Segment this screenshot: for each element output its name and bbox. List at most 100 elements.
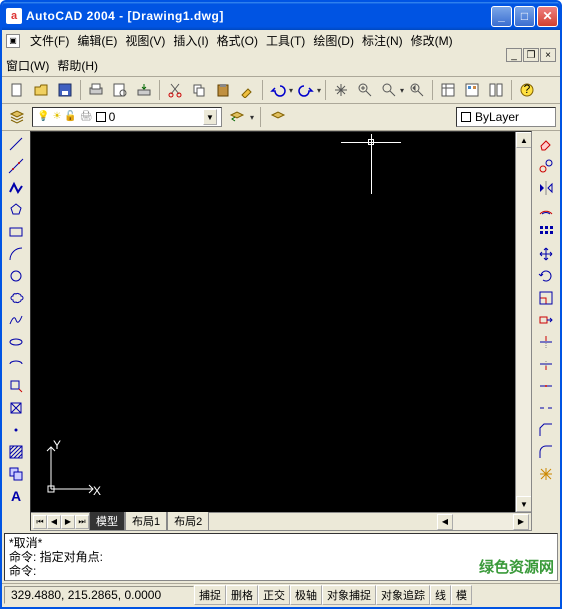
copy-obj-button[interactable] (534, 155, 558, 177)
scroll-down-button[interactable]: ▼ (516, 496, 531, 512)
publish-button[interactable] (133, 79, 155, 101)
point-button[interactable] (4, 419, 28, 441)
color-combo[interactable]: ByLayer (456, 107, 556, 127)
zoom-window-button[interactable] (378, 79, 400, 101)
arc-button[interactable] (4, 243, 28, 265)
grid-toggle[interactable]: 删格 (226, 585, 258, 605)
trim-button[interactable] (534, 331, 558, 353)
ellipse-button[interactable] (4, 331, 28, 353)
mdi-minimize-button[interactable]: _ (506, 48, 522, 62)
mirror-button[interactable] (534, 177, 558, 199)
circle-button[interactable] (4, 265, 28, 287)
undo-button[interactable] (267, 79, 289, 101)
break-button[interactable] (534, 397, 558, 419)
extend-button[interactable] (534, 353, 558, 375)
ortho-toggle[interactable]: 正交 (258, 585, 290, 605)
maximize-button[interactable]: □ (514, 6, 535, 27)
fillet-button[interactable] (534, 441, 558, 463)
pan-button[interactable] (330, 79, 352, 101)
redo-button[interactable] (295, 79, 317, 101)
layer-make-current-button[interactable] (267, 106, 289, 128)
polyline-button[interactable] (4, 177, 28, 199)
menu-tools[interactable]: 工具(T) (266, 32, 305, 49)
tab-prev-button[interactable]: ◀ (47, 515, 61, 529)
layer-manager-button[interactable] (6, 106, 28, 128)
coordinates-display[interactable]: 329.4880, 215.2865, 0.0000 (4, 586, 194, 604)
polar-toggle[interactable]: 极轴 (290, 585, 322, 605)
block-insert-button[interactable] (4, 375, 28, 397)
menu-window[interactable]: 窗口(W) (6, 57, 49, 74)
explode-button[interactable] (534, 463, 558, 485)
tab-last-button[interactable]: ⏭ (75, 515, 89, 529)
menu-view[interactable]: 视图(V) (125, 32, 165, 49)
plot-button[interactable] (85, 79, 107, 101)
snap-toggle[interactable]: 捕捉 (194, 585, 226, 605)
save-button[interactable] (54, 79, 76, 101)
layer-combo[interactable]: 💡 ☀ 🔓 🖨 0 ▼ (32, 107, 222, 127)
mdi-close-button[interactable]: × (540, 48, 556, 62)
titlebar[interactable]: a AutoCAD 2004 - [Drawing1.dwg] _ □ ✕ (2, 2, 560, 30)
array-button[interactable] (534, 221, 558, 243)
menu-modify[interactable]: 修改(M) (411, 32, 453, 49)
tab-first-button[interactable]: ⏮ (33, 515, 47, 529)
properties-button[interactable] (437, 79, 459, 101)
undo-dropdown[interactable]: ▾ (289, 86, 293, 95)
menu-file[interactable]: 文件(F) (30, 32, 69, 49)
zoom-previous-button[interactable] (406, 79, 428, 101)
tab-layout2[interactable]: 布局2 (167, 512, 209, 531)
new-button[interactable] (6, 79, 28, 101)
stretch-button[interactable] (534, 309, 558, 331)
polygon-button[interactable] (4, 199, 28, 221)
break-at-point-button[interactable] (534, 375, 558, 397)
vertical-scrollbar[interactable]: ▲ ▼ (515, 132, 531, 512)
menu-edit[interactable]: 编辑(E) (77, 32, 117, 49)
menu-insert[interactable]: 插入(I) (173, 32, 208, 49)
minimize-button[interactable]: _ (491, 6, 512, 27)
plot-preview-button[interactable] (109, 79, 131, 101)
scale-button[interactable] (534, 287, 558, 309)
menu-help[interactable]: 帮助(H) (57, 57, 98, 74)
open-button[interactable] (30, 79, 52, 101)
command-window[interactable]: *取消* 命令: 指定对角点: 命令: (4, 533, 558, 581)
mdi-restore-button[interactable]: ❐ (523, 48, 539, 62)
menu-draw[interactable]: 绘图(D) (313, 32, 354, 49)
zoom-realtime-button[interactable] (354, 79, 376, 101)
design-center-button[interactable] (461, 79, 483, 101)
zoom-dropdown[interactable]: ▾ (400, 86, 404, 95)
layer-states-dropdown[interactable]: ▾ (250, 113, 254, 122)
match-prop-button[interactable] (236, 79, 258, 101)
close-button[interactable]: ✕ (537, 6, 558, 27)
scroll-up-button[interactable]: ▲ (516, 132, 531, 148)
redo-dropdown[interactable]: ▾ (317, 86, 321, 95)
mtext-button[interactable]: A (4, 485, 28, 507)
spline-button[interactable] (4, 309, 28, 331)
tab-next-button[interactable]: ▶ (61, 515, 75, 529)
xline-button[interactable] (4, 155, 28, 177)
ellipse-arc-button[interactable] (4, 353, 28, 375)
line-button[interactable] (4, 133, 28, 155)
horizontal-scrollbar[interactable]: ◀ ▶ (437, 514, 529, 530)
model-toggle[interactable]: 模 (451, 585, 472, 605)
layer-previous-button[interactable] (226, 106, 248, 128)
lwt-toggle[interactable]: 线 (430, 585, 451, 605)
osnap-toggle[interactable]: 对象捕捉 (322, 585, 376, 605)
rotate-button[interactable] (534, 265, 558, 287)
help-button[interactable]: ? (516, 79, 538, 101)
menu-dimension[interactable]: 标注(N) (362, 32, 403, 49)
scroll-right-button[interactable]: ▶ (513, 514, 529, 530)
paste-button[interactable] (212, 79, 234, 101)
rectangle-button[interactable] (4, 221, 28, 243)
menu-format[interactable]: 格式(O) (217, 32, 258, 49)
layer-combo-arrow[interactable]: ▼ (203, 109, 217, 125)
cut-button[interactable] (164, 79, 186, 101)
chamfer-button[interactable] (534, 419, 558, 441)
drawing-canvas[interactable]: X Y (31, 132, 515, 512)
otrack-toggle[interactable]: 对象追踪 (376, 585, 430, 605)
offset-button[interactable] (534, 199, 558, 221)
revcloud-button[interactable] (4, 287, 28, 309)
region-button[interactable] (4, 463, 28, 485)
scroll-left-button[interactable]: ◀ (437, 514, 453, 530)
hatch-button[interactable] (4, 441, 28, 463)
erase-button[interactable] (534, 133, 558, 155)
make-block-button[interactable] (4, 397, 28, 419)
